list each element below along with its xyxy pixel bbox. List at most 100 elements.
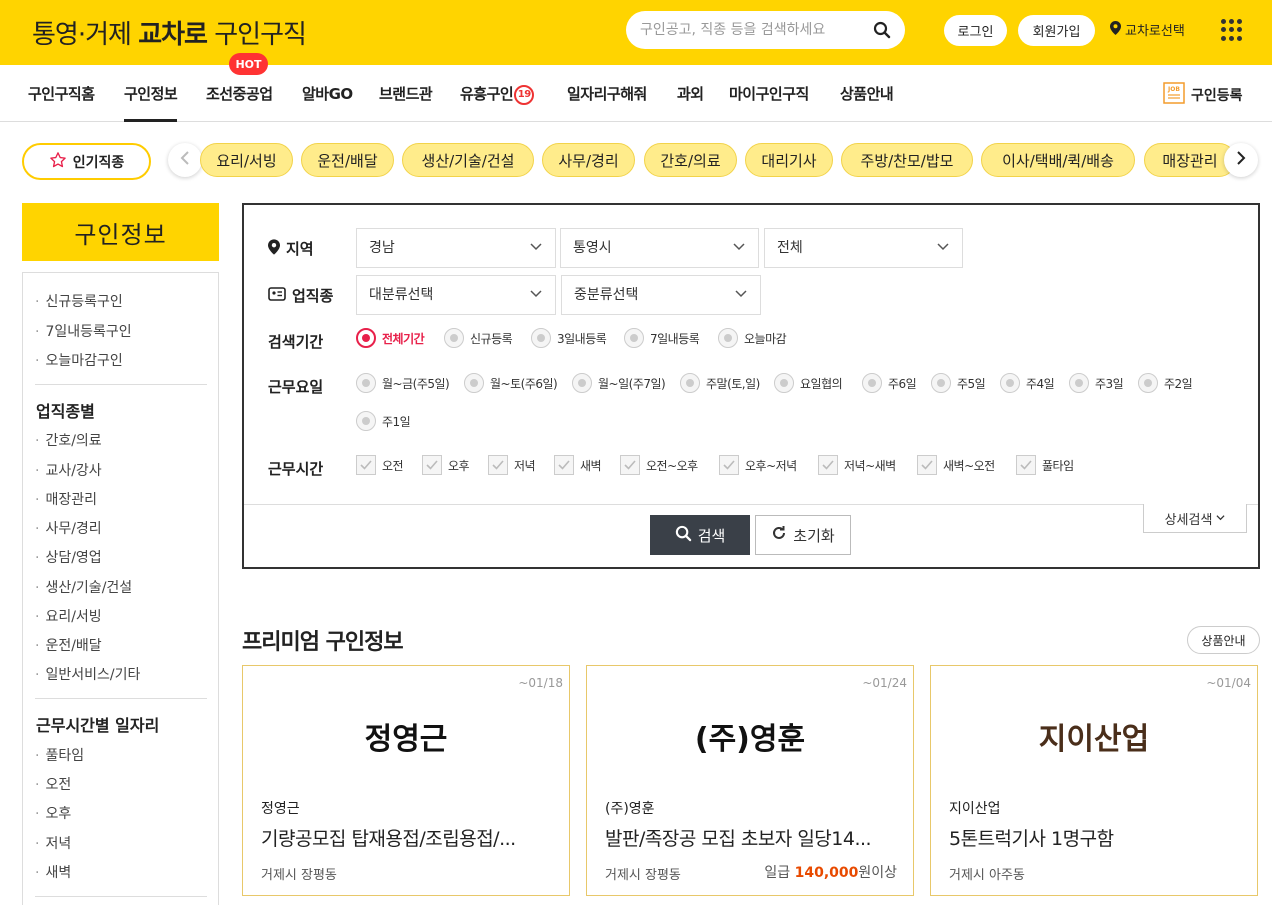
- nav-my-page[interactable]: 마이구인구직: [729, 83, 809, 104]
- period-option-new[interactable]: 신규등록: [444, 328, 513, 348]
- time-option-fulltime[interactable]: 풀타임: [1016, 455, 1074, 475]
- search-icon[interactable]: [873, 21, 891, 43]
- nav-find-job[interactable]: 일자리구해줘: [567, 83, 647, 104]
- popular-jobs-button[interactable]: 인기직종: [22, 143, 151, 180]
- time-option-dawn-morning[interactable]: 새벽~오전: [917, 455, 995, 475]
- card-title[interactable]: 5톤트럭기사 1명구함: [949, 824, 1239, 851]
- sidebar-item-dawn[interactable]: 새벽: [35, 862, 71, 882]
- nav-brand[interactable]: 브랜드관: [379, 83, 433, 104]
- sidebar-item-closing-today[interactable]: 오늘마감구인: [35, 350, 122, 370]
- sidebar-item-service[interactable]: 일반서비스/기타: [35, 664, 140, 684]
- days-option-weekend[interactable]: 주말(토,일): [680, 373, 760, 393]
- panel-divider: [244, 504, 1258, 505]
- sidebar-item-store[interactable]: 매장관리: [35, 489, 97, 509]
- search-input[interactable]: [640, 20, 866, 40]
- chip-cooking[interactable]: 요리/서빙: [200, 143, 293, 177]
- region-select-button[interactable]: 교차로선택: [1110, 20, 1185, 39]
- radio-button: [464, 373, 484, 393]
- days-option-2[interactable]: 주2일: [1138, 373, 1193, 393]
- minor-category-select[interactable]: 중분류선택: [561, 275, 761, 315]
- sidebar-item-office[interactable]: 사무/경리: [35, 518, 101, 538]
- nav-shipbuilding[interactable]: 조선중공업: [206, 83, 273, 104]
- period-option-3days[interactable]: 3일내등록: [531, 328, 607, 348]
- site-logo[interactable]: 통영·거제 교차로 구인구직: [32, 14, 307, 51]
- option-label: 새벽~오전: [943, 458, 995, 473]
- days-option-5[interactable]: 주5일: [931, 373, 986, 393]
- period-option-7days[interactable]: 7일내등록: [624, 328, 700, 348]
- chip-store[interactable]: 매장관리: [1144, 143, 1232, 177]
- detail-search-button[interactable]: 상세검색: [1143, 504, 1247, 533]
- days-option-4[interactable]: 주4일: [1000, 373, 1055, 393]
- nav-tutoring[interactable]: 과외: [677, 83, 704, 104]
- radio-button: [356, 373, 376, 393]
- sidebar-item-evening[interactable]: 저녁: [35, 833, 71, 853]
- period-option-all[interactable]: 전체기간: [356, 328, 425, 348]
- login-button[interactable]: 로그인: [944, 15, 1007, 46]
- sidebar-item-teacher[interactable]: 교사/강사: [35, 460, 101, 480]
- radio-button: [356, 411, 376, 431]
- days-option-7days[interactable]: 월~일(주7일): [572, 373, 666, 393]
- search-button[interactable]: 검색: [650, 515, 750, 555]
- option-label: 7일내등록: [650, 331, 700, 346]
- sidebar-item-production[interactable]: 생산/기술/건설: [35, 577, 132, 597]
- sidebar-item-afternoon[interactable]: 오후: [35, 803, 71, 823]
- search-icon: [675, 525, 692, 546]
- all-menu-icon[interactable]: [1221, 19, 1243, 41]
- nav-job-info[interactable]: 구인정보: [124, 83, 178, 122]
- chip-nursing[interactable]: 간호/의료: [644, 143, 737, 177]
- days-option-3[interactable]: 주3일: [1069, 373, 1124, 393]
- time-option-evening[interactable]: 저녁: [488, 455, 536, 475]
- days-option-6[interactable]: 주6일: [862, 373, 917, 393]
- premium-card[interactable]: ~01/24 (주)영훈 (주)영훈 발판/족장공 모집 초보자 일당14...…: [586, 665, 914, 896]
- sidebar-item-new[interactable]: 신규등록구인: [35, 291, 122, 311]
- chip-next-button[interactable]: [1224, 143, 1258, 177]
- province-select[interactable]: 경남: [356, 228, 556, 268]
- city-select[interactable]: 통영시: [560, 228, 759, 268]
- days-option-weekdays5[interactable]: 월~금(주5일): [356, 373, 450, 393]
- company-logo: 정영근: [364, 722, 448, 757]
- reset-button-label: 초기화: [793, 526, 835, 545]
- time-option-dawn[interactable]: 새벽: [554, 455, 602, 475]
- job-register-button[interactable]: JOB 구인등록: [1163, 82, 1243, 108]
- option-label: 요일협의: [800, 376, 843, 391]
- sidebar-item-7days[interactable]: 7일내등록구인: [35, 321, 131, 341]
- nav-home[interactable]: 구인구직홈: [28, 83, 95, 104]
- chip-production[interactable]: 생산/기술/건설: [402, 143, 534, 177]
- days-option-6days[interactable]: 월~토(주6일): [464, 373, 558, 393]
- radio-button: [862, 373, 882, 393]
- nav-entertainment[interactable]: 유흥구인 19: [460, 83, 535, 105]
- period-option-today[interactable]: 오늘마감: [718, 328, 787, 348]
- premium-guide-button[interactable]: 상품안내: [1187, 626, 1260, 654]
- chip-designated-driver[interactable]: 대리기사: [745, 143, 833, 177]
- chip-prev-button[interactable]: [168, 143, 202, 177]
- major-category-select[interactable]: 대분류선택: [356, 275, 556, 315]
- time-option-afternoon-evening[interactable]: 오후~저녁: [719, 455, 797, 475]
- time-option-afternoon[interactable]: 오후: [422, 455, 470, 475]
- sidebar-item-nursing[interactable]: 간호/의료: [35, 430, 101, 450]
- time-option-evening-dawn[interactable]: 저녁~새벽: [818, 455, 896, 475]
- nav-albago[interactable]: 알바GO: [302, 83, 353, 104]
- nav-products[interactable]: 상품안내: [840, 83, 894, 104]
- radio-button: [718, 328, 738, 348]
- days-option-negotiable[interactable]: 요일협의: [774, 373, 843, 393]
- sidebar-item-driving[interactable]: 운전/배달: [35, 635, 101, 655]
- sidebar-item-cooking[interactable]: 요리/서빙: [35, 606, 101, 626]
- sidebar-item-sales[interactable]: 상담/영업: [35, 547, 101, 567]
- card-title[interactable]: 기량공모집 탑재용접/조립용접/...: [261, 824, 551, 851]
- sidebar-item-fulltime[interactable]: 풀타임: [35, 745, 84, 765]
- signup-button[interactable]: 회원가입: [1018, 15, 1095, 46]
- premium-section-title: 프리미엄 구인정보: [242, 630, 404, 655]
- chip-office[interactable]: 사무/경리: [542, 143, 635, 177]
- days-option-1[interactable]: 주1일: [356, 411, 411, 431]
- chip-moving-delivery[interactable]: 이사/택배/퀵/배송: [981, 143, 1135, 177]
- sidebar-item-morning[interactable]: 오전: [35, 774, 71, 794]
- premium-card[interactable]: ~01/18 정영근 정영근 기량공모집 탑재용접/조립용접/... 거제시 장…: [242, 665, 570, 896]
- premium-card[interactable]: ~01/04 지이산업 지이산업 5톤트럭기사 1명구함 거제시 아주동: [930, 665, 1258, 896]
- chip-driving[interactable]: 운전/배달: [301, 143, 394, 177]
- district-select[interactable]: 전체: [764, 228, 963, 268]
- card-title[interactable]: 발판/족장공 모집 초보자 일당14...: [605, 824, 895, 851]
- chip-kitchen[interactable]: 주방/찬모/밥모: [841, 143, 973, 177]
- reset-button[interactable]: 초기화: [755, 515, 851, 555]
- time-option-morning-afternoon[interactable]: 오전~오후: [620, 455, 698, 475]
- time-option-morning[interactable]: 오전: [356, 455, 404, 475]
